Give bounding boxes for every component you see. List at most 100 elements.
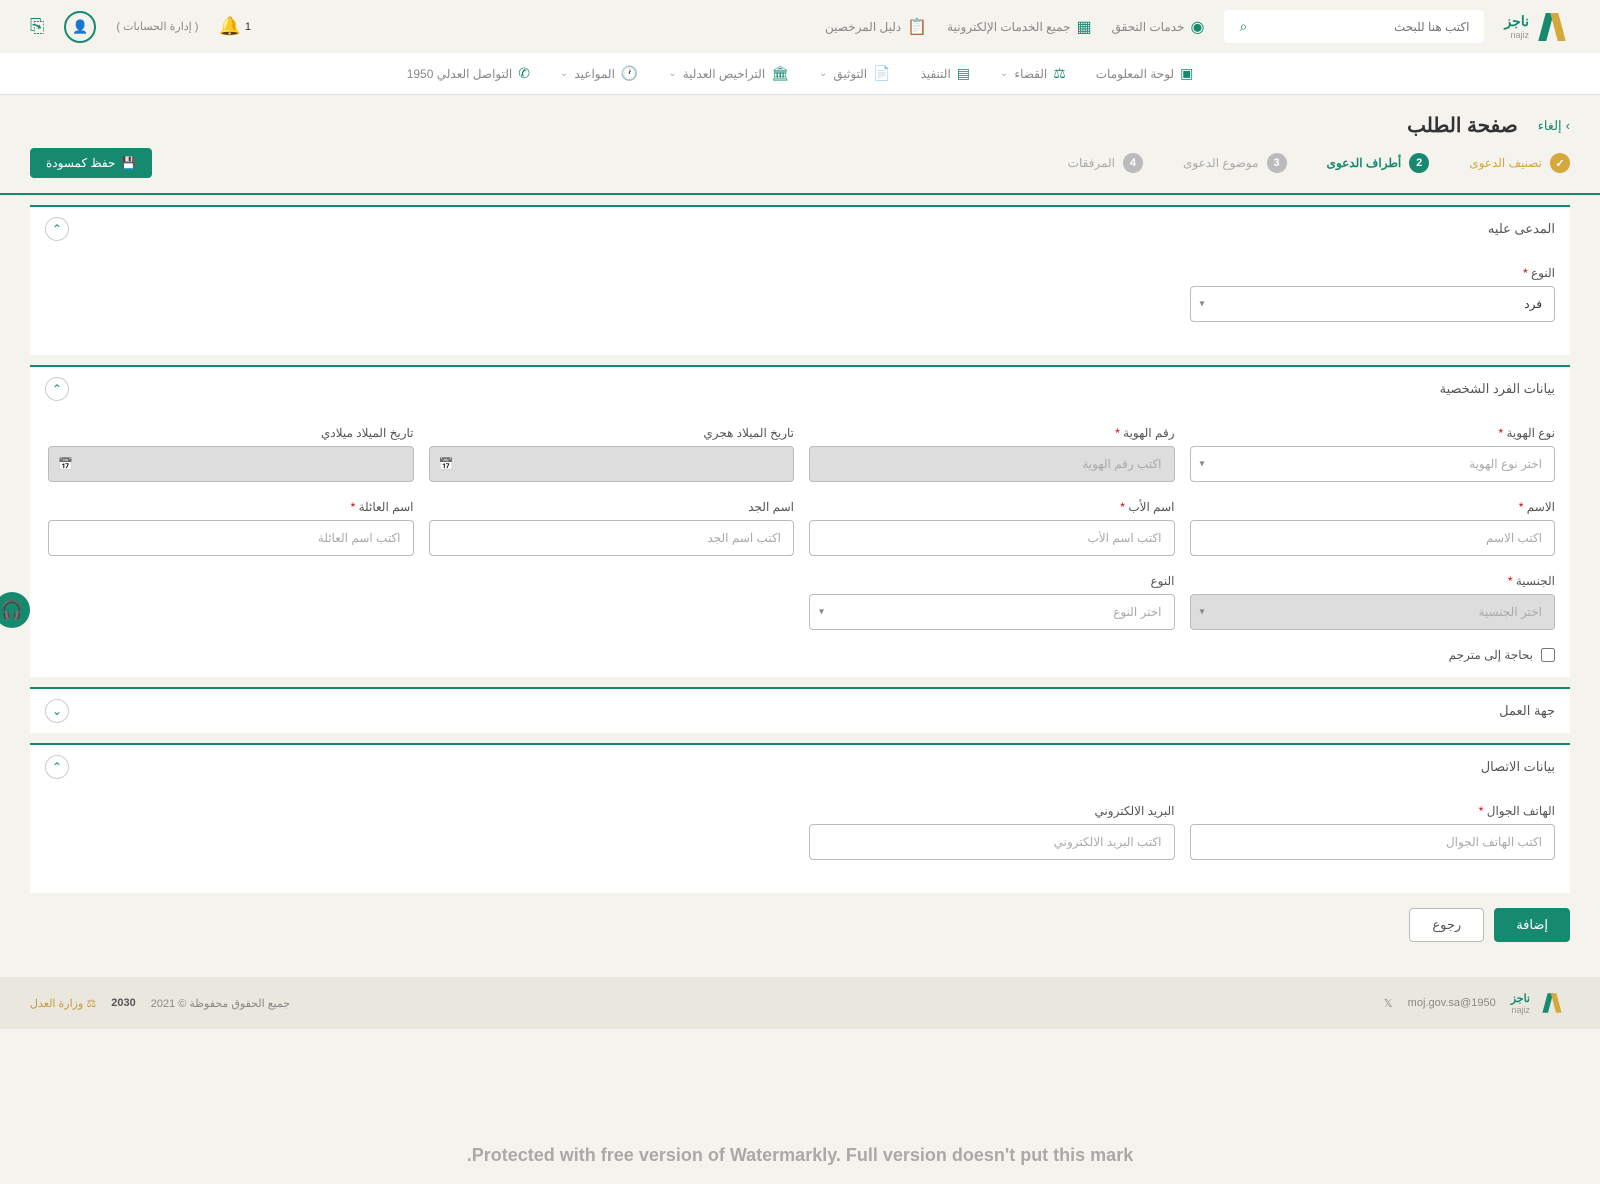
- nationality-select[interactable]: [1190, 594, 1556, 630]
- document-icon: 📋: [907, 17, 927, 37]
- chevron-down-icon: ⌄: [668, 68, 676, 79]
- panel-contact-title: بيانات الاتصال: [1481, 759, 1555, 775]
- nav-execution-label: التنفيذ: [921, 67, 951, 81]
- step-4: 4 المرفقات: [1068, 153, 1143, 173]
- clock-icon: 🕐: [621, 65, 638, 82]
- stepper-row: ✓ تصنيف الدعوى 2 أطراف الدعوى 3 موضوع ال…: [0, 148, 1600, 195]
- panel-defendant: المدعى عليه ⌃ النوع *: [30, 205, 1570, 355]
- nav-contact[interactable]: ✆ التواصل العدلي 1950: [407, 65, 530, 82]
- nav-judiciary-label: القضاء: [1014, 67, 1047, 81]
- expand-button[interactable]: ⌄: [45, 699, 69, 723]
- main-nav: ▣ لوحة المعلومات ⚖ القضاء ⌄ ▤ التنفيذ 📄 …: [0, 53, 1600, 95]
- step-number: 3: [1267, 153, 1287, 173]
- collapse-button[interactable]: ⌃: [45, 217, 69, 241]
- search-box[interactable]: ⌕: [1224, 10, 1484, 43]
- step-1-label: تصنيف الدعوى: [1469, 156, 1542, 170]
- twitter-icon[interactable]: 𝕏: [1384, 997, 1393, 1010]
- user-icon: 👤: [72, 19, 88, 35]
- gender-select[interactable]: [809, 594, 1175, 630]
- grid-icon: ▦: [1076, 17, 1091, 37]
- panel-personal: بيانات الفرد الشخصية ⌃ نوع الهوية * رقم …: [30, 365, 1570, 677]
- gavel-icon: ⚖: [1053, 65, 1066, 82]
- avatar[interactable]: 👤: [64, 11, 96, 43]
- back-button[interactable]: رجوع: [1409, 908, 1484, 942]
- translator-checkbox[interactable]: [1541, 648, 1555, 662]
- logo-subtext: najiz: [1504, 30, 1529, 40]
- search-icon[interactable]: ⌕: [1239, 18, 1247, 35]
- nav-appointments[interactable]: 🕐 المواعيد ⌄: [560, 65, 638, 82]
- moj-logo-icon: ⚖ وزارة العدل: [30, 997, 96, 1010]
- family-input[interactable]: [48, 520, 414, 556]
- step-2[interactable]: 2 أطراف الدعوى: [1327, 153, 1430, 173]
- footer-email[interactable]: 1950@moj.gov.sa: [1408, 997, 1496, 1009]
- search-input[interactable]: [1247, 20, 1469, 34]
- watermark-text: Protected with free version of Watermark…: [0, 1145, 1600, 1166]
- page-title: صفحة الطلب: [1407, 113, 1518, 138]
- phone-icon: ✆: [518, 65, 530, 82]
- panel-defendant-title: المدعى عليه: [1488, 221, 1555, 237]
- add-button[interactable]: إضافة: [1494, 908, 1570, 942]
- email-input[interactable]: [809, 824, 1175, 860]
- dob-hijri-input[interactable]: [429, 446, 795, 482]
- footer: ناجز najiz 1950@moj.gov.sa 𝕏 جميع الحقوق…: [0, 977, 1600, 1029]
- nav-licenses-label: التراخيص العدلية: [683, 67, 765, 81]
- chevron-down-icon: ⌄: [819, 68, 827, 79]
- headset-icon: 🎧: [1, 600, 23, 621]
- chevron-right-icon: ›: [1566, 118, 1570, 133]
- logout-icon[interactable]: ⎘: [30, 16, 44, 37]
- id-type-select[interactable]: [1190, 446, 1556, 482]
- collapse-button[interactable]: ⌃: [45, 755, 69, 779]
- footer-copyright: جميع الحقوق محفوظة © 2021: [151, 997, 290, 1010]
- name-input[interactable]: [1190, 520, 1556, 556]
- vision-2030-icon: 2030: [111, 997, 135, 1009]
- step-1[interactable]: ✓ تصنيف الدعوى: [1469, 153, 1570, 173]
- step-2-label: أطراف الدعوى: [1327, 156, 1402, 170]
- services-link[interactable]: ▦ جميع الخدمات الإلكترونية: [947, 17, 1091, 37]
- chevron-down-icon: ⌄: [1000, 68, 1008, 79]
- id-type-label: نوع الهوية *: [1190, 426, 1556, 440]
- verify-label: خدمات التحقق: [1112, 20, 1185, 34]
- translator-label: بحاجة إلى مترجم: [1449, 648, 1533, 662]
- gender-label: النوع: [809, 574, 1175, 588]
- doc-icon: 📄: [873, 65, 890, 82]
- nav-judiciary[interactable]: ⚖ القضاء ⌄: [1000, 65, 1066, 82]
- nav-documentation[interactable]: 📄 التوثيق ⌄: [819, 65, 891, 82]
- step-done-icon: ✓: [1550, 153, 1570, 173]
- cancel-link[interactable]: › إلغاء: [1538, 118, 1570, 134]
- translator-checkbox-row: بحاجة إلى مترجم: [45, 648, 1555, 662]
- mobile-input[interactable]: [1190, 824, 1556, 860]
- email-label: البريد الالكتروني: [809, 804, 1175, 818]
- nav-dashboard[interactable]: ▣ لوحة المعلومات: [1096, 65, 1194, 82]
- nav-licenses[interactable]: 🏛 التراخيص العدلية ⌄: [668, 65, 789, 82]
- nav-appointments-label: المواعيد: [574, 67, 615, 81]
- logo-mark-icon: [1534, 13, 1570, 41]
- licensed-label: دليل المرخصين: [825, 20, 901, 34]
- step-3-label: موضوع الدعوى: [1183, 156, 1259, 170]
- save-draft-button[interactable]: 💾 حفظ كمسودة: [30, 148, 152, 178]
- save-draft-label: حفظ كمسودة: [46, 156, 115, 170]
- type-select[interactable]: [1190, 286, 1556, 322]
- page-title-row: › إلغاء صفحة الطلب: [0, 95, 1600, 148]
- verify-link[interactable]: ◉ خدمات التحقق: [1112, 17, 1205, 37]
- nav-execution[interactable]: ▤ التنفيذ: [921, 65, 970, 82]
- id-number-input[interactable]: [809, 446, 1175, 482]
- nationality-label: الجنسية *: [1190, 574, 1556, 588]
- accounts-link[interactable]: ( إدارة الحسابات ): [116, 20, 198, 33]
- logo[interactable]: ناجز najiz: [1504, 13, 1570, 41]
- id-number-label: رقم الهوية *: [809, 426, 1175, 440]
- panel-employer: جهة العمل ⌄: [30, 687, 1570, 733]
- notifications[interactable]: 1 🔔: [218, 16, 255, 37]
- grand-input[interactable]: [429, 520, 795, 556]
- save-icon: 💾: [121, 156, 136, 170]
- execution-icon: ▤: [957, 65, 970, 82]
- fingerprint-icon: ◉: [1190, 17, 1204, 37]
- nav-dashboard-label: لوحة المعلومات: [1096, 67, 1174, 81]
- bell-icon: 🔔: [218, 16, 240, 37]
- dob-greg-input[interactable]: [48, 446, 414, 482]
- collapse-button[interactable]: ⌃: [45, 377, 69, 401]
- father-input[interactable]: [809, 520, 1175, 556]
- logo-mark-icon: [1539, 993, 1564, 1013]
- family-label: اسم العائلة *: [48, 500, 414, 514]
- licensed-link[interactable]: 📋 دليل المرخصين: [825, 17, 927, 37]
- dob-hijri-label: تاريخ الميلاد هجري: [429, 426, 795, 440]
